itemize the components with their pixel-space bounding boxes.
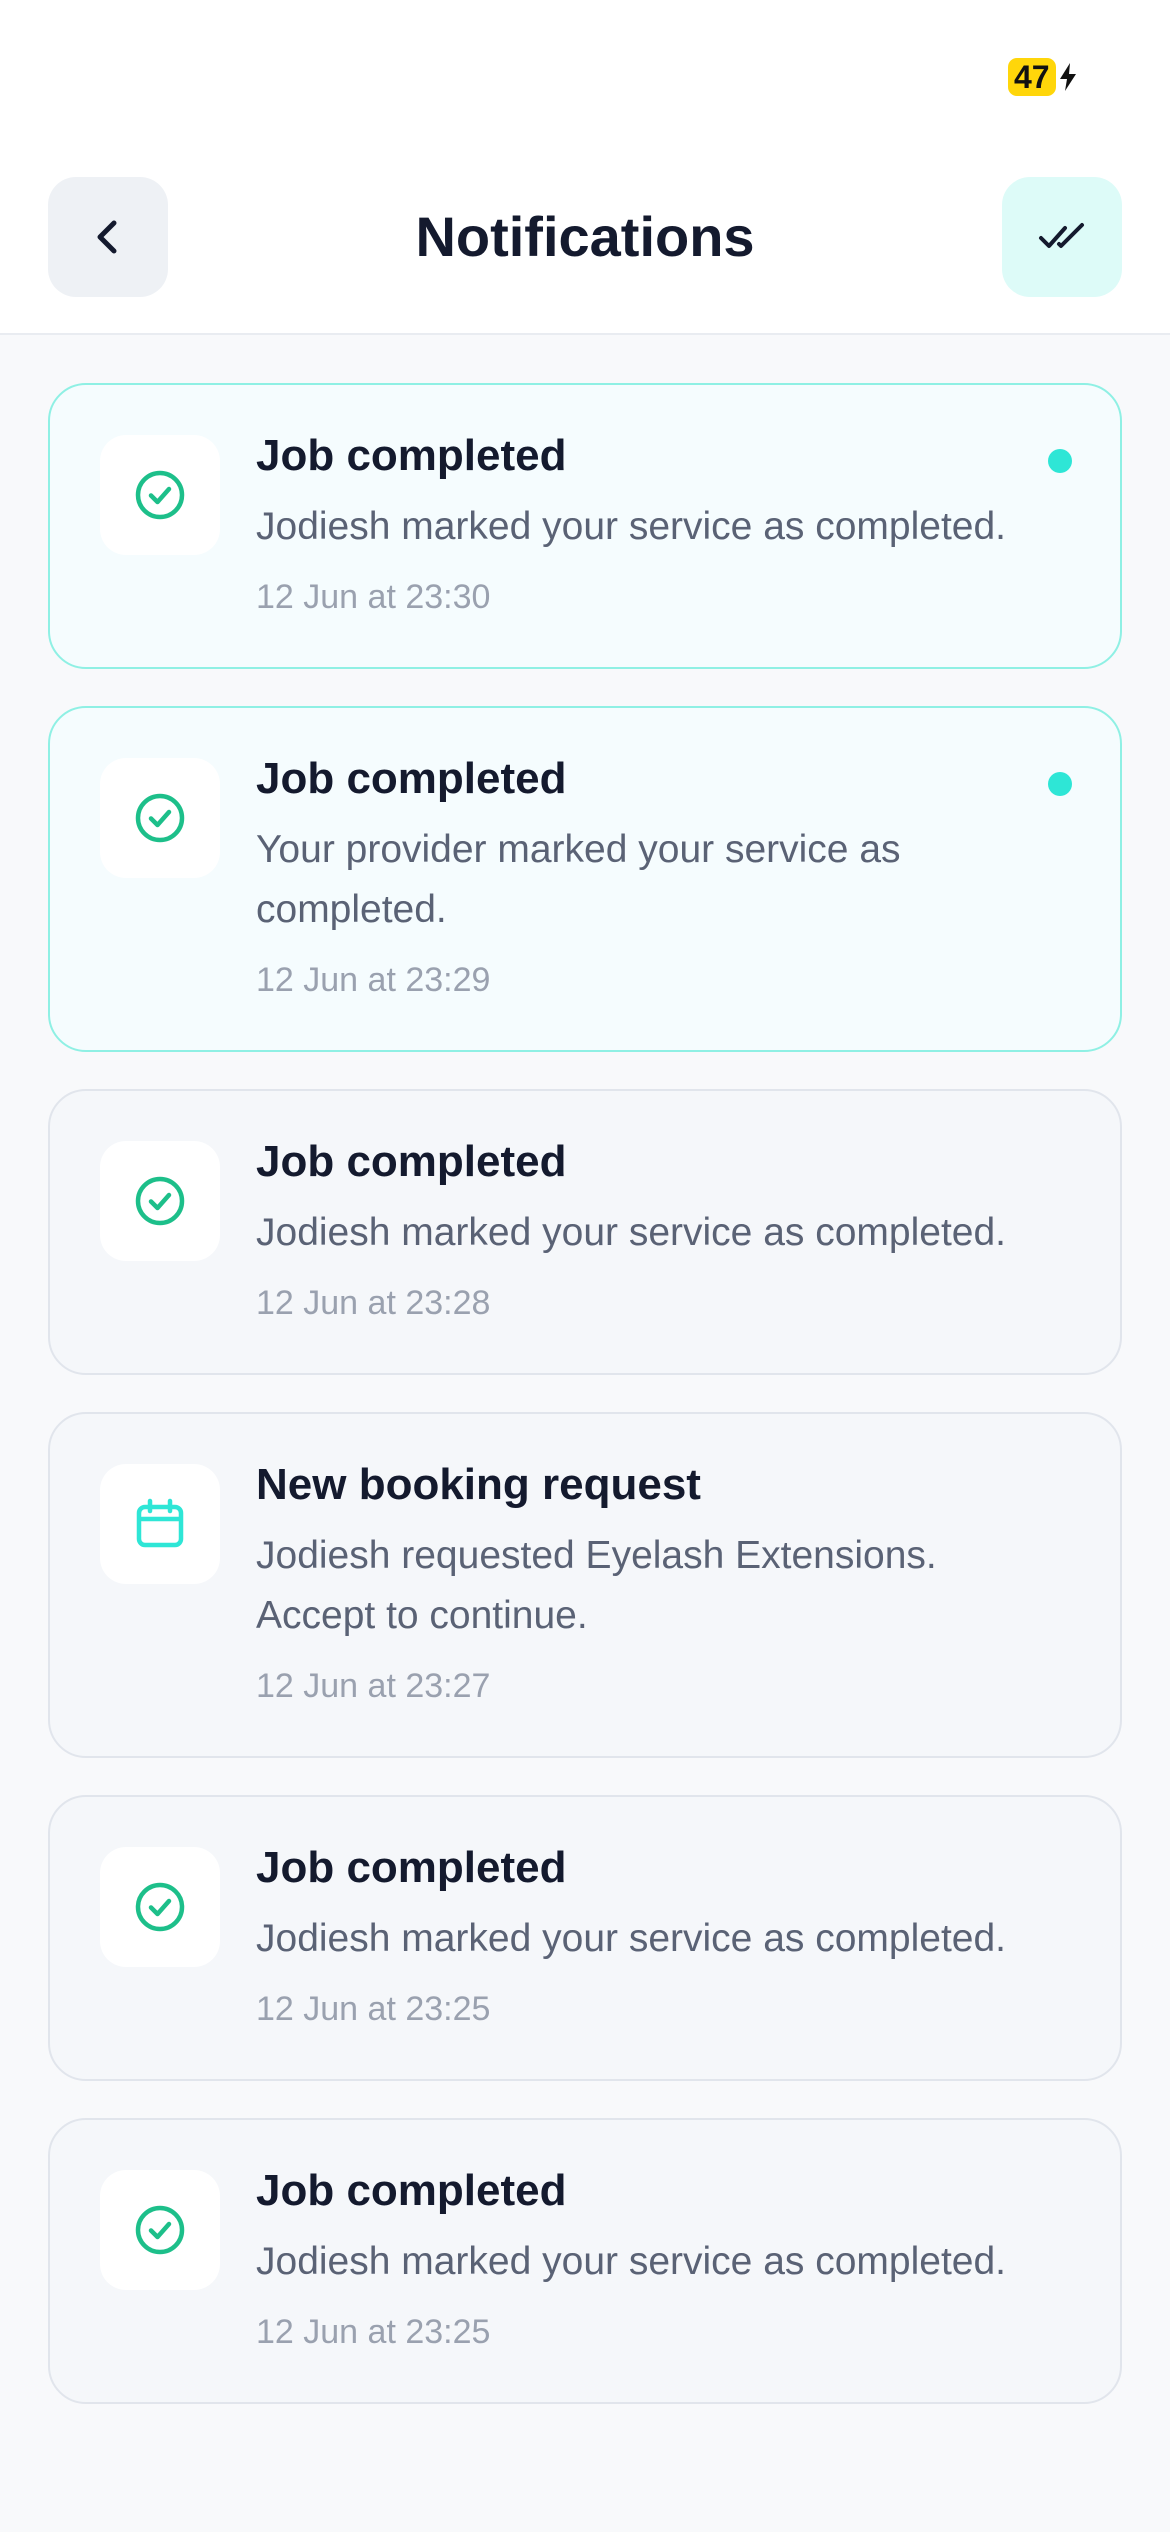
notification-icon-box	[100, 1141, 220, 1261]
notification-body: Jodiesh marked your service as completed…	[256, 2240, 1007, 2283]
notification-time: 12 Jun at 23:29	[256, 961, 491, 999]
notification-time: 12 Jun at 23:25	[256, 1990, 491, 2028]
charging-bolt-icon	[1059, 63, 1076, 91]
notification-card[interactable]: Job completed Your provider marked your …	[48, 706, 1122, 1052]
notification-body: Jodiesh marked your service as completed…	[256, 1917, 1007, 1960]
notification-icon-box	[100, 1464, 220, 1584]
notification-card[interactable]: Job completed Jodiesh marked your servic…	[48, 383, 1122, 669]
calendar-icon	[136, 1498, 184, 1548]
mark-all-read-button[interactable]	[1002, 177, 1122, 297]
check-circle-icon	[135, 1176, 185, 1226]
notification-body: Jodiesh marked your service as completed…	[256, 1211, 1007, 1254]
notification-title: Job completed	[256, 1843, 567, 1892]
page-title: Notifications	[415, 205, 755, 268]
unread-dot	[1048, 449, 1072, 473]
battery-indicator: 47	[1008, 58, 1078, 96]
check-circle-icon	[135, 1882, 185, 1932]
notification-card[interactable]: Job completed Jodiesh marked your servic…	[48, 1089, 1122, 1375]
battery-level: 47	[1008, 58, 1056, 96]
notification-title: Job completed	[256, 2166, 567, 2215]
check-circle-icon	[135, 470, 185, 520]
notification-list: Job completed Jodiesh marked your servic…	[48, 383, 1122, 2441]
notification-time: 12 Jun at 23:27	[256, 1667, 491, 1705]
header: Notifications	[0, 160, 1170, 335]
notification-title: New booking request	[256, 1460, 701, 1509]
notification-card[interactable]: Job completed Jodiesh marked your servic…	[48, 2118, 1122, 2404]
notification-icon-box	[100, 2170, 220, 2290]
status-bar: 47	[0, 0, 1170, 160]
notification-time: 12 Jun at 23:28	[256, 1284, 491, 1322]
notification-body: Your provider marked your service as com…	[256, 828, 901, 931]
notification-icon-box	[100, 758, 220, 878]
notification-body: Jodiesh marked your service as completed…	[256, 505, 1007, 548]
notification-card[interactable]: New booking request Jodiesh requested Ey…	[48, 1412, 1122, 1758]
notification-icon-box	[100, 1847, 220, 1967]
unread-dot	[1048, 772, 1072, 796]
notification-body: Jodiesh requested Eyelash Extensions. Ac…	[256, 1534, 937, 1637]
notification-card[interactable]: Job completed Jodiesh marked your servic…	[48, 1795, 1122, 2081]
check-circle-icon	[135, 793, 185, 843]
notification-time: 12 Jun at 23:25	[256, 2313, 491, 2351]
double-check-icon	[1039, 223, 1084, 248]
check-circle-icon	[135, 2205, 185, 2255]
notification-title: Job completed	[256, 754, 567, 803]
notification-title: Job completed	[256, 1137, 567, 1186]
notification-time: 12 Jun at 23:30	[256, 578, 491, 616]
notification-title: Job completed	[256, 431, 567, 480]
notification-icon-box	[100, 435, 220, 555]
